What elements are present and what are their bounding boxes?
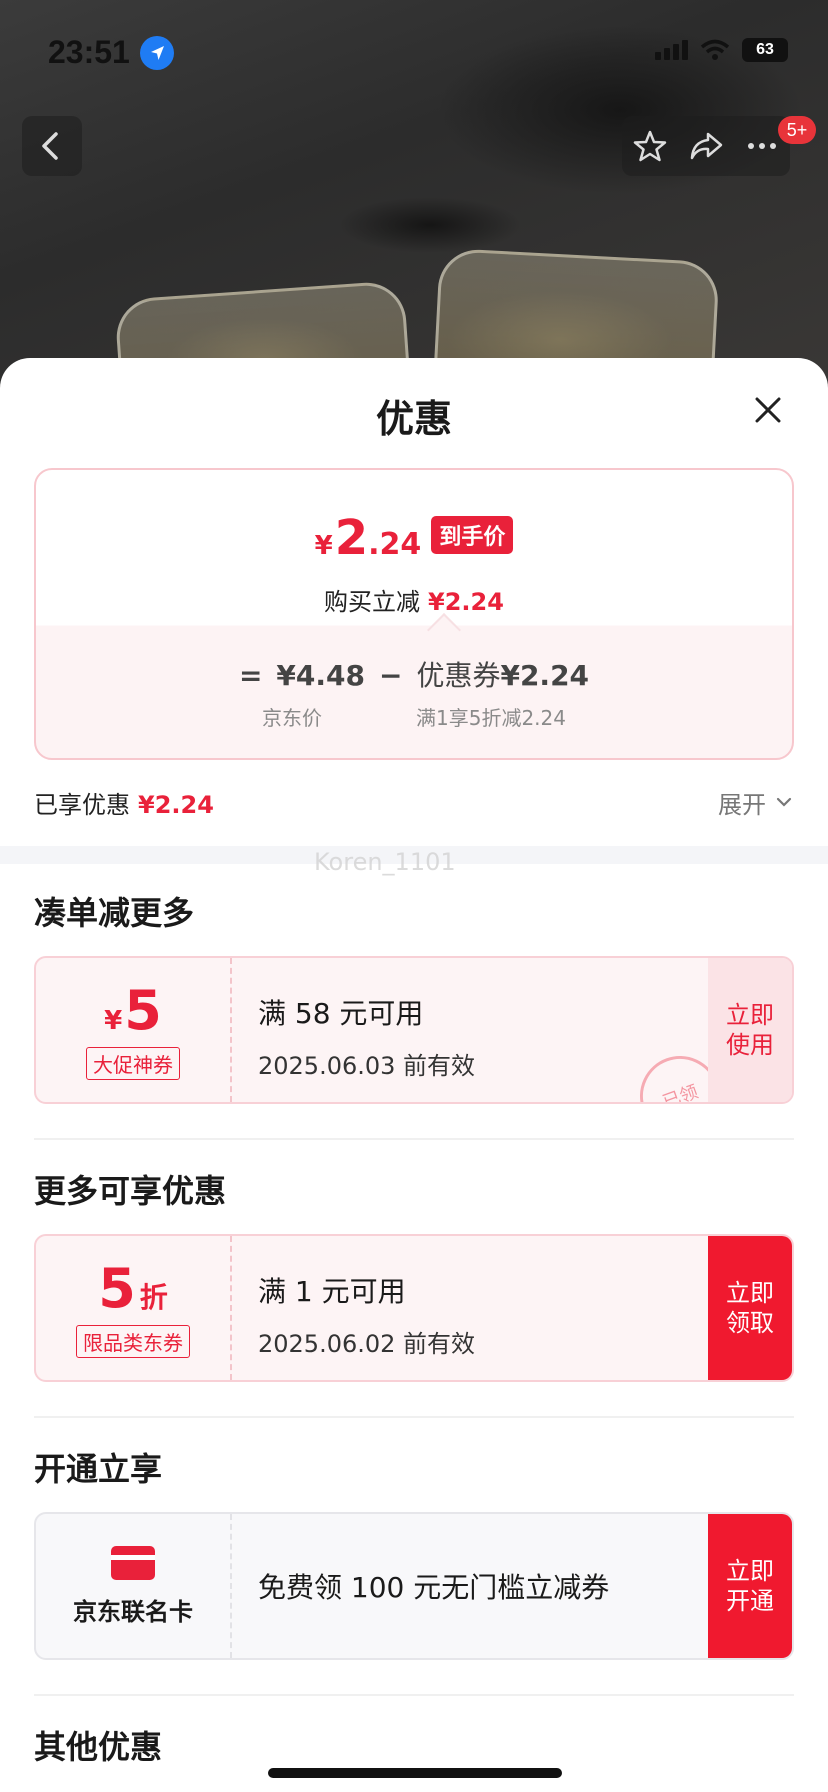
- status-bar: 23:51 63: [0, 0, 828, 100]
- section-title-more: 更多可享优惠: [34, 1172, 227, 1210]
- reduction-label: 购买立减: [324, 588, 421, 616]
- coupon-label: 优惠券: [416, 659, 501, 692]
- jd-price-caption: 京东价: [262, 706, 322, 730]
- coupon-amount: 5 折: [98, 1256, 168, 1320]
- card-block: 京东联名卡: [36, 1514, 232, 1658]
- minus-sign: −: [378, 659, 403, 692]
- chevron-down-icon: [776, 797, 792, 807]
- close-button[interactable]: [748, 390, 788, 430]
- coupon-amount-unit: 折: [139, 1280, 168, 1314]
- divider-line: [34, 1138, 794, 1140]
- notification-badge: 5+: [778, 116, 816, 144]
- status-time: 23:51: [48, 34, 130, 70]
- coupon-validity: 2025.06.03 前有效: [258, 1052, 476, 1080]
- section-title-open: 开通立享: [34, 1450, 163, 1488]
- enjoyed-label: 已享优惠: [34, 790, 130, 819]
- credit-card-icon: [111, 1545, 155, 1580]
- coupon-condition: 满 1 元可用: [258, 1275, 406, 1308]
- coupon-type-tag: 大促神券: [86, 1046, 180, 1080]
- card-pointer: [427, 613, 461, 647]
- nav-actions: [622, 116, 790, 176]
- reduction-value: ¥2.24: [428, 588, 504, 616]
- price-decimal: .24: [368, 527, 422, 562]
- jd-price-value: ¥4.48: [276, 659, 365, 692]
- open-now-button[interactable]: 立即开通: [708, 1514, 792, 1658]
- card-offer-desc: 免费领 100 元无门槛立减券: [258, 1571, 610, 1604]
- section-title-other: 其他优惠: [34, 1728, 163, 1766]
- coupon-big-promo: ¥ 5 大促神券 满 58 元可用 2025.06.03 前有效 已领 立即使用: [34, 956, 794, 1104]
- expand-button[interactable]: 展开: [718, 785, 794, 820]
- final-price-card: ¥ 2 .24 到手价 购买立减 ¥2.24 = ¥4.48 − 优惠券¥2.24…: [34, 468, 794, 760]
- close-icon: [755, 397, 781, 423]
- share-icon[interactable]: [688, 128, 724, 164]
- coupon-condition: 满 58 元可用: [258, 997, 424, 1030]
- coupon-amount-value: 5: [124, 978, 162, 1042]
- home-indicator[interactable]: [268, 1768, 562, 1778]
- divider-line: [34, 1416, 794, 1418]
- enjoyed-discount: 已享优惠 ¥2.24: [34, 785, 214, 820]
- more-icon[interactable]: [744, 128, 780, 164]
- equals-sign: =: [238, 659, 263, 692]
- coupon-amount-value: 5: [98, 1256, 136, 1320]
- claim-now-button[interactable]: 立即领取: [708, 1236, 792, 1380]
- star-icon[interactable]: [632, 128, 668, 164]
- coupon-validity: 2025.06.02 前有效: [258, 1330, 476, 1358]
- coupon-info: 满 1 元可用 2025.06.02 前有效: [258, 1270, 475, 1359]
- final-price: ¥ 2 .24 到手价: [36, 510, 792, 566]
- enjoyed-value: ¥2.24: [138, 790, 214, 819]
- coupon-value-block: 5 折 限品类东券: [36, 1236, 232, 1380]
- card-offer-info: 免费领 100 元无门槛立减券: [258, 1514, 609, 1658]
- back-button[interactable]: [22, 116, 82, 176]
- battery-icon: 63: [742, 38, 788, 62]
- chevron-left-icon: [42, 132, 58, 160]
- divider-line: [34, 1694, 794, 1696]
- coupon-caption: 满1享5折减2.24: [416, 706, 566, 730]
- watermark: Koren_1101: [314, 848, 456, 876]
- location-arrow-icon: [140, 36, 174, 70]
- purchase-reduction: 购买立减 ¥2.24: [36, 582, 792, 617]
- coupon-currency: ¥: [104, 1005, 123, 1036]
- use-now-button[interactable]: 立即使用: [708, 958, 792, 1102]
- status-indicators: 63: [655, 38, 788, 62]
- final-price-tag: 到手价: [431, 516, 514, 554]
- coupon-value-block: ¥ 5 大促神券: [36, 958, 232, 1102]
- price-integer: 2: [334, 510, 369, 566]
- coupon-category: 5 折 限品类东券 满 1 元可用 2025.06.02 前有效 立即领取: [34, 1234, 794, 1382]
- coupon-info: 满 58 元可用 2025.06.03 前有效: [258, 992, 475, 1081]
- price-currency: ¥: [314, 531, 333, 561]
- discount-sheet: 优惠 ¥ 2 .24 到手价 购买立减 ¥2.24 = ¥4.48 − 优惠券¥2…: [0, 358, 828, 1792]
- card-name: 京东联名卡: [73, 1597, 193, 1626]
- expand-label: 展开: [718, 790, 766, 819]
- section-title-combine: 凑单减更多: [34, 894, 195, 932]
- wifi-icon: [700, 39, 730, 60]
- price-formula: = ¥4.48 − 优惠券¥2.24: [36, 654, 792, 694]
- coupon-type-tag: 限品类东券: [76, 1324, 190, 1358]
- coupon-value: ¥2.24: [500, 659, 590, 692]
- cellular-signal-icon: [655, 40, 688, 60]
- enjoyed-discount-row: 已享优惠 ¥2.24 展开: [34, 782, 794, 822]
- cobrand-card-offer: 京东联名卡 免费领 100 元无门槛立减券 立即开通: [34, 1512, 794, 1660]
- sheet-title: 优惠: [375, 397, 452, 441]
- coupon-amount: ¥ 5: [104, 978, 162, 1042]
